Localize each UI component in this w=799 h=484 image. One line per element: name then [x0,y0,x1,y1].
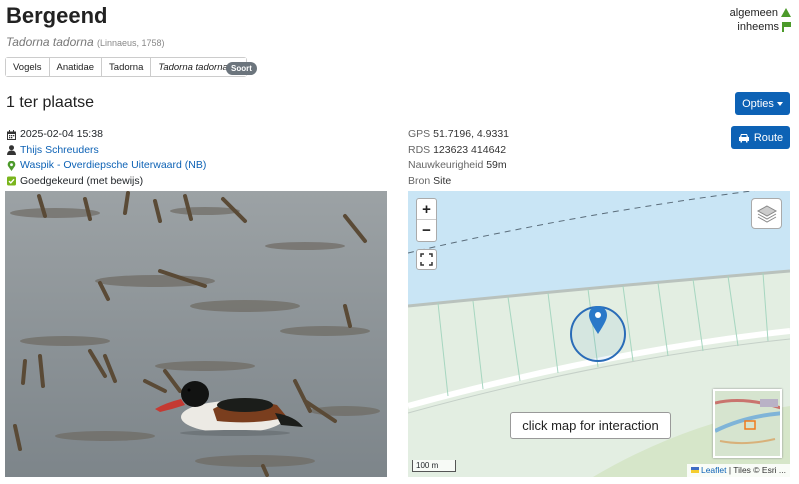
check-square-icon [7,176,16,186]
zoom-control: + − [416,198,437,242]
gps-label: GPS [408,128,431,140]
caret-down-icon [776,101,783,106]
validation-row: Goedgekeurd (met bewijs) [7,174,206,190]
validation-status: Goedgekeurd (met bewijs) [20,174,144,187]
origin-row: inheems [730,20,791,34]
scientific-name-text: Tadorna tadorna [6,35,94,49]
attribution-text: | Tiles © Esri ... [728,465,786,475]
minimap[interactable] [713,389,782,458]
location-details: GPS 51.7196, 4.9331 RDS 123623 414642 Na… [408,127,509,189]
fullscreen-button[interactable] [416,249,437,270]
datetime: 2025-02-04 15:38 [20,128,103,140]
triangle-icon [781,8,791,17]
scientific-author: (Linnaeus, 1758) [96,38,165,48]
calendar-icon [7,129,16,140]
crumb-vogels[interactable]: Vogels [6,58,50,76]
accuracy-value: 59m [486,159,507,171]
user-icon [7,145,16,156]
rds-value: 123623 414642 [433,143,507,156]
source-value: Site [433,174,452,187]
gps-value: 51.7196, 4.9331 [433,128,510,140]
route-label: Route [753,131,784,144]
rds-row: RDS 123623 414642 [408,143,509,159]
location-map[interactable]: + − click map for interaction 100 m Leaf… [408,191,790,477]
scientific-name: Tadorna tadorna (Linnaeus, 1758) [6,35,165,49]
observer-link[interactable]: Thijs Schreuders [20,143,99,159]
zoom-out-button[interactable]: − [417,220,436,241]
source-row: Bron Site [408,174,509,190]
minimap-tiles [715,391,780,456]
crumb-tadorna[interactable]: Tadorna [102,58,152,76]
species-status: algemeen inheems [730,6,791,34]
zoom-in-button[interactable]: + [417,199,436,220]
accuracy-row: Nauwkeurigheid 59m [408,158,509,174]
observation-meta: 2025-02-04 15:38 Thijs Schreuders Waspik… [7,127,206,189]
observation-photo[interactable] [5,191,387,477]
route-button[interactable]: Route [731,126,790,149]
location-link[interactable]: Waspik - Overdiepsche Uiterwaard (NB) [20,158,206,174]
fullscreen-icon [420,253,433,266]
flag-icon [782,22,791,32]
layers-icon [756,204,777,223]
location-row: Waspik - Overdiepsche Uiterwaard (NB) [7,158,206,174]
accuracy-label: Nauwkeurigheid [408,159,484,171]
options-label: Opties [742,97,774,110]
origin-label: inheems [737,21,779,33]
crumb-anatidae[interactable]: Anatidae [49,58,103,76]
datetime-row: 2025-02-04 15:38 [7,127,206,143]
map-attribution: Leaflet | Tiles © Esri ... [686,464,790,477]
observation-count: 1 ter plaatse [6,94,95,111]
rds-label: RDS [408,143,431,156]
abundance-row: algemeen [730,6,791,20]
options-button[interactable]: Opties [735,92,790,115]
species-title: Bergeend [6,3,108,28]
leaflet-link[interactable]: Leaflet [701,465,727,475]
rank-badge: Soort [226,62,257,75]
ukraine-flag-icon [690,467,699,473]
scale-bar: 100 m [412,460,456,472]
car-icon [738,133,749,142]
crumb-species-label: Tadorna tadorna [158,61,228,73]
map-interaction-tooltip[interactable]: click map for interaction [510,412,671,439]
abundance-label: algemeen [729,7,778,19]
map-marker-icon [7,160,16,171]
layers-button[interactable] [751,198,782,229]
photo-illustration [5,191,387,477]
observer-row: Thijs Schreuders [7,143,206,159]
taxonomy-breadcrumb: Vogels Anatidae Tadorna Tadorna tadornai [5,57,247,77]
source-label: Bron [408,174,431,187]
gps-row: GPS 51.7196, 4.9331 [408,127,509,143]
